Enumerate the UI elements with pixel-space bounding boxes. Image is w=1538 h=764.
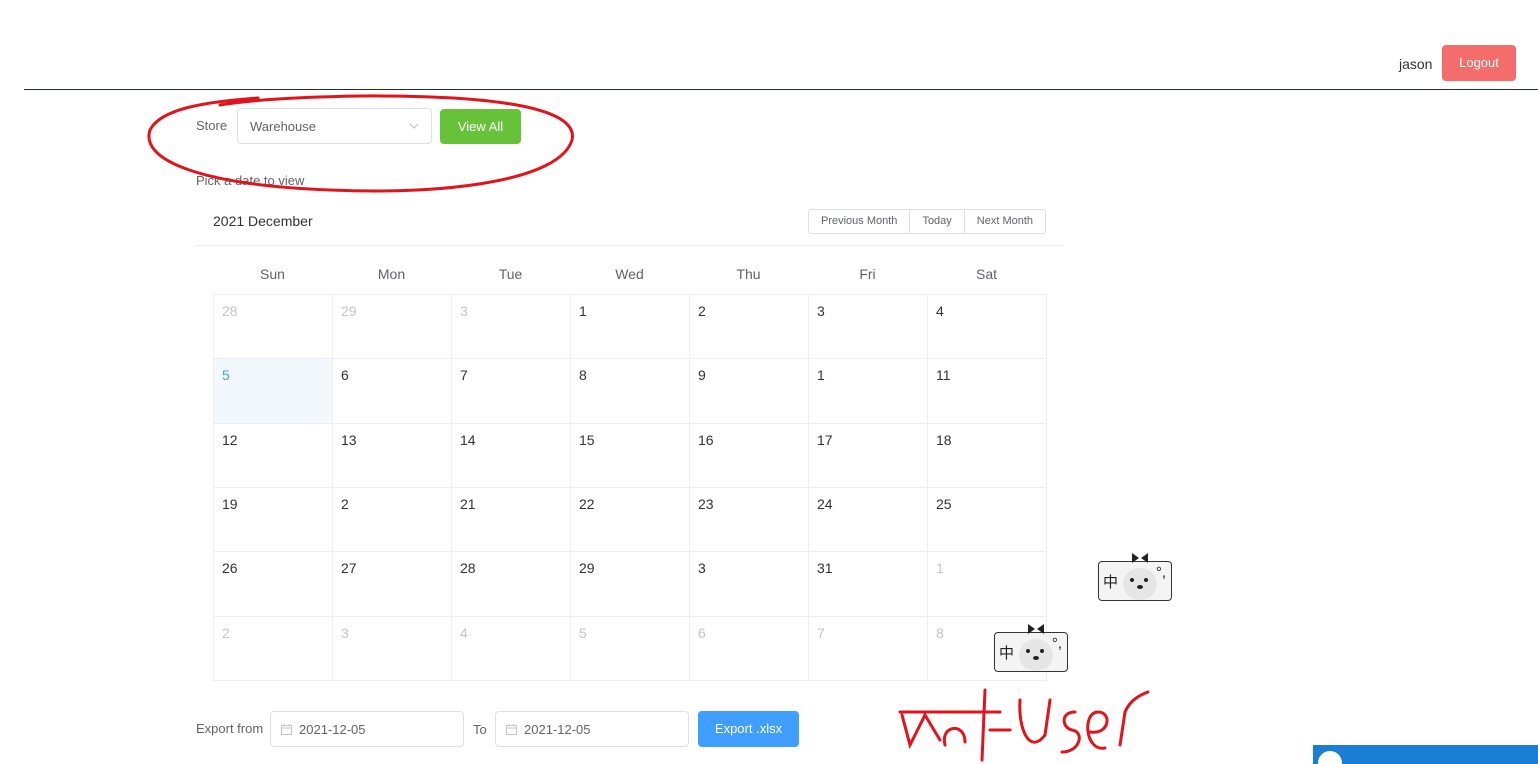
calendar-day[interactable]: 29 (333, 295, 452, 360)
export-to-value: 2021-12-05 (524, 722, 591, 737)
weekday-label: Sat (975, 266, 997, 282)
ime-status-badge[interactable]: 中 °, (994, 624, 1068, 672)
store-label: Store (196, 118, 228, 133)
calendar-day[interactable]: 9 (690, 359, 809, 424)
calendar-day[interactable]: 25 (928, 487, 1047, 553)
calendar-day[interactable]: 29 (571, 552, 690, 617)
dog-icon (1019, 639, 1053, 671)
logout-button[interactable]: Logout (1442, 45, 1516, 81)
handwritten-add-user (898, 688, 1150, 762)
calendar-divider (196, 245, 1063, 246)
calendar-day[interactable]: 21 (452, 487, 571, 553)
calendar-day[interactable]: 3 (452, 295, 571, 360)
ime-mode-char: 中 (999, 644, 1015, 662)
weekday-label: Sun (260, 266, 285, 282)
export-from-value: 2021-12-05 (299, 722, 366, 737)
ime-status-badge[interactable]: 中 °, (1098, 553, 1172, 601)
calendar-day[interactable]: 2 (690, 295, 809, 360)
calendar-day[interactable]: 22 (571, 487, 690, 553)
view-all-button[interactable]: View All (440, 109, 521, 144)
calendar-day[interactable]: 3 (809, 295, 928, 360)
calendar-day[interactable]: 17 (809, 423, 928, 488)
calendar-day[interactable]: 1 (571, 295, 690, 360)
export-xlsx-button[interactable]: Export .xlsx (698, 711, 799, 747)
calendar-icon (281, 724, 292, 735)
calendar-day[interactable]: 31 (809, 552, 928, 617)
calendar-day[interactable]: 7 (809, 616, 928, 681)
export-to-date-input[interactable]: 2021-12-05 (495, 711, 689, 747)
calendar-day[interactable]: 1 (928, 552, 1047, 617)
calendar-day[interactable]: 6 (690, 616, 809, 681)
header-divider (24, 89, 1538, 90)
calendar-icon (506, 724, 517, 735)
weekday-label: Thu (736, 266, 761, 282)
username: jason (1399, 56, 1433, 72)
calendar-day[interactable]: 14 (452, 423, 571, 488)
weekday-header: Sun Mon Tue Wed Thu Fri Sat (213, 266, 1046, 282)
store-select-value: Warehouse (250, 119, 316, 134)
calendar-day[interactable]: 19 (214, 487, 333, 553)
calendar-day[interactable]: 24 (809, 487, 928, 553)
calendar-day[interactable]: 4 (928, 295, 1047, 360)
calendar-day[interactable]: 11 (928, 359, 1047, 424)
weekday-label: Wed (615, 266, 644, 282)
calendar-day[interactable]: 15 (571, 423, 690, 488)
calendar-day[interactable]: 18 (928, 423, 1047, 488)
weekday-label: Tue (498, 266, 523, 282)
calendar-day[interactable]: 1 (809, 359, 928, 424)
calendar-day[interactable]: 4 (452, 616, 571, 681)
bow-icon (1132, 553, 1148, 563)
calendar-nav: Previous Month Today Next Month (808, 209, 1047, 234)
calendar-day[interactable]: 5 (571, 616, 690, 681)
export-from-date-input[interactable]: 2021-12-05 (270, 711, 464, 747)
calendar-day[interactable]: 28 (214, 295, 333, 360)
calendar-day[interactable]: 16 (690, 423, 809, 488)
calendar-day-selected[interactable]: 5 (214, 359, 333, 424)
taskbar-corner (1313, 745, 1538, 764)
pick-date-hint: Pick a date to view (196, 173, 305, 188)
calendar-day[interactable]: 27 (333, 552, 452, 617)
calendar-day[interactable]: 26 (214, 552, 333, 617)
calendar-day[interactable]: 13 (333, 423, 452, 488)
calendar-day[interactable]: 6 (333, 359, 452, 424)
previous-month-button[interactable]: Previous Month (809, 210, 911, 233)
calendar-day[interactable]: 7 (452, 359, 571, 424)
weekday-label: Fri (859, 266, 876, 282)
calendar-day[interactable]: 2 (214, 616, 333, 681)
app-icon (1318, 751, 1342, 764)
chevron-down-icon (409, 123, 419, 129)
calendar-day[interactable]: 28 (452, 552, 571, 617)
ime-mode-char: 中 (1103, 573, 1119, 591)
export-from-label: Export from (196, 721, 264, 736)
calendar-grid: 28 29 3 1 2 3 4 5 6 7 8 9 1 11 12 13 14 … (213, 294, 1047, 681)
today-button[interactable]: Today (910, 210, 965, 233)
calendar-day[interactable]: 3 (690, 552, 809, 617)
export-to-label: To (473, 722, 487, 737)
calendar-day[interactable]: 2 (333, 487, 452, 553)
calendar-day[interactable]: 8 (571, 359, 690, 424)
calendar-title: 2021 December (213, 213, 313, 229)
next-month-button[interactable]: Next Month (964, 210, 1046, 233)
weekday-label: Mon (377, 266, 406, 282)
calendar-day[interactable]: 23 (690, 487, 809, 553)
store-select[interactable]: Warehouse (237, 108, 432, 144)
calendar-day[interactable]: 12 (214, 423, 333, 488)
bow-icon (1028, 624, 1044, 634)
dog-icon (1123, 568, 1157, 600)
calendar-day[interactable]: 3 (333, 616, 452, 681)
ime-punct-mode: °, (1051, 635, 1062, 652)
ime-punct-mode: °, (1155, 564, 1166, 581)
